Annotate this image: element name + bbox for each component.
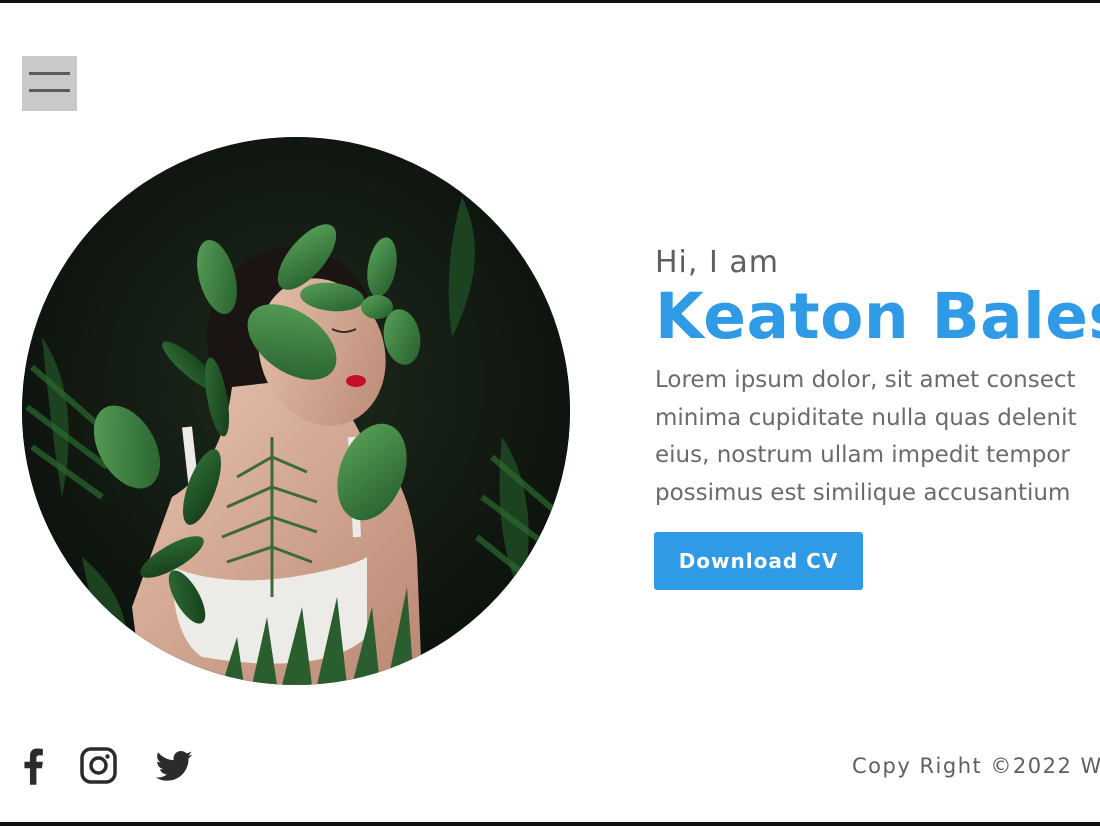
- profile-photo-illustration: [22, 137, 570, 685]
- facebook-icon[interactable]: [18, 746, 58, 786]
- hamburger-menu-button[interactable]: [22, 56, 77, 111]
- profile-photo: [22, 137, 570, 685]
- bio-line: minima cupiditate nulla quas delenit: [655, 404, 1077, 431]
- greeting-text: Hi, I am: [655, 245, 779, 280]
- bio-paragraph: Lorem ipsum dolor, sit amet consect mini…: [655, 362, 1100, 512]
- bottom-border: [0, 822, 1100, 826]
- instagram-icon[interactable]: [79, 746, 119, 786]
- bio-line: Lorem ipsum dolor, sit amet consect: [655, 367, 1076, 393]
- portfolio-page: Hi, I am Keaton Bales Lorem ipsum dolor,…: [0, 0, 1100, 826]
- top-border: [0, 0, 1100, 3]
- copyright-text: Copy Right ©2022 Wh: [852, 754, 1100, 778]
- hamburger-menu-icon-line-bottom: [29, 89, 70, 92]
- hamburger-menu-icon-line-top: [29, 72, 70, 75]
- download-cv-button[interactable]: Download CV: [654, 532, 863, 590]
- twitter-icon[interactable]: [154, 746, 194, 786]
- bio-line: possimus est similique accusantium: [655, 479, 1071, 506]
- intro-section: Hi, I am Keaton Bales Lorem ipsum dolor,…: [655, 244, 1100, 512]
- person-name: Keaton Bales: [655, 280, 1100, 353]
- bio-line: eius, nostrum ullam impedit tempor: [655, 442, 1070, 468]
